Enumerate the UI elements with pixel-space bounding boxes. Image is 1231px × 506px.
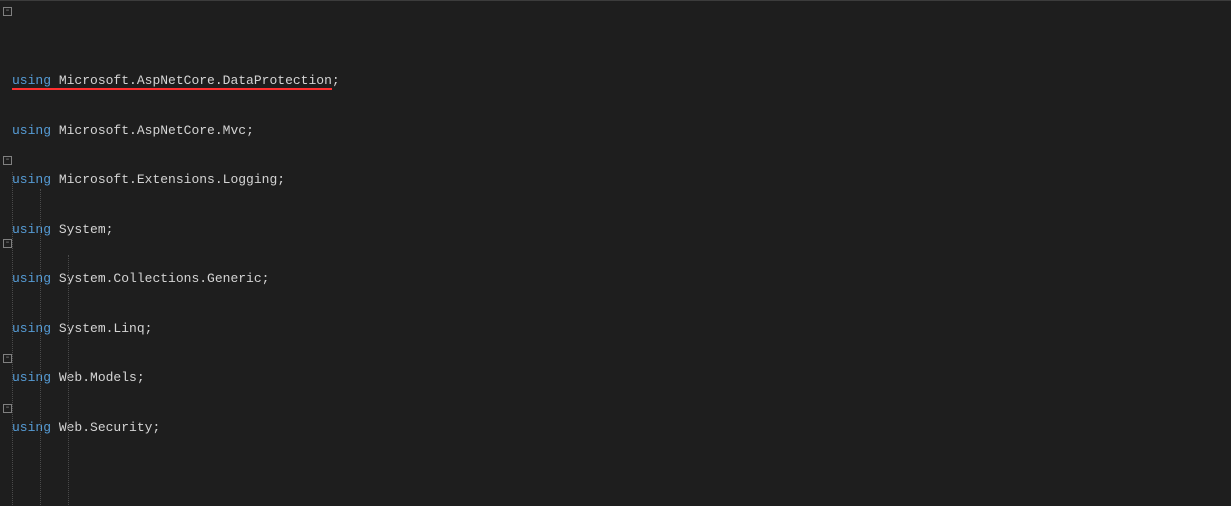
fold-toggle-icon[interactable]: -: [3, 404, 12, 413]
fold-toggle-icon[interactable]: -: [3, 354, 12, 363]
using-line: using Microsoft.Extensions.Logging;: [12, 172, 1231, 189]
code-area[interactable]: using Microsoft.AspNetCore.DataProtectio…: [12, 7, 1231, 506]
using-line: using System.Collections.Generic;: [12, 271, 1231, 288]
using-line: using Microsoft.AspNetCore.DataProtectio…: [12, 73, 1231, 90]
fold-toggle-icon[interactable]: -: [3, 156, 12, 165]
fold-toggle-icon[interactable]: -: [3, 239, 12, 248]
using-line: using System;: [12, 222, 1231, 239]
using-line: using System.Linq;: [12, 321, 1231, 338]
code-editor[interactable]: - - - - - using Microsoft.AspNetCore.Dat…: [0, 0, 1231, 506]
using-line: using Web.Security;: [12, 420, 1231, 437]
fold-toggle-icon[interactable]: -: [3, 7, 12, 16]
indent-guide: [40, 189, 41, 506]
indent-guide: [68, 255, 69, 506]
using-line: using Microsoft.AspNetCore.Mvc;: [12, 123, 1231, 140]
using-line: using Web.Models;: [12, 370, 1231, 387]
blank-line: [12, 486, 1231, 503]
indent-guide: [12, 172, 13, 506]
